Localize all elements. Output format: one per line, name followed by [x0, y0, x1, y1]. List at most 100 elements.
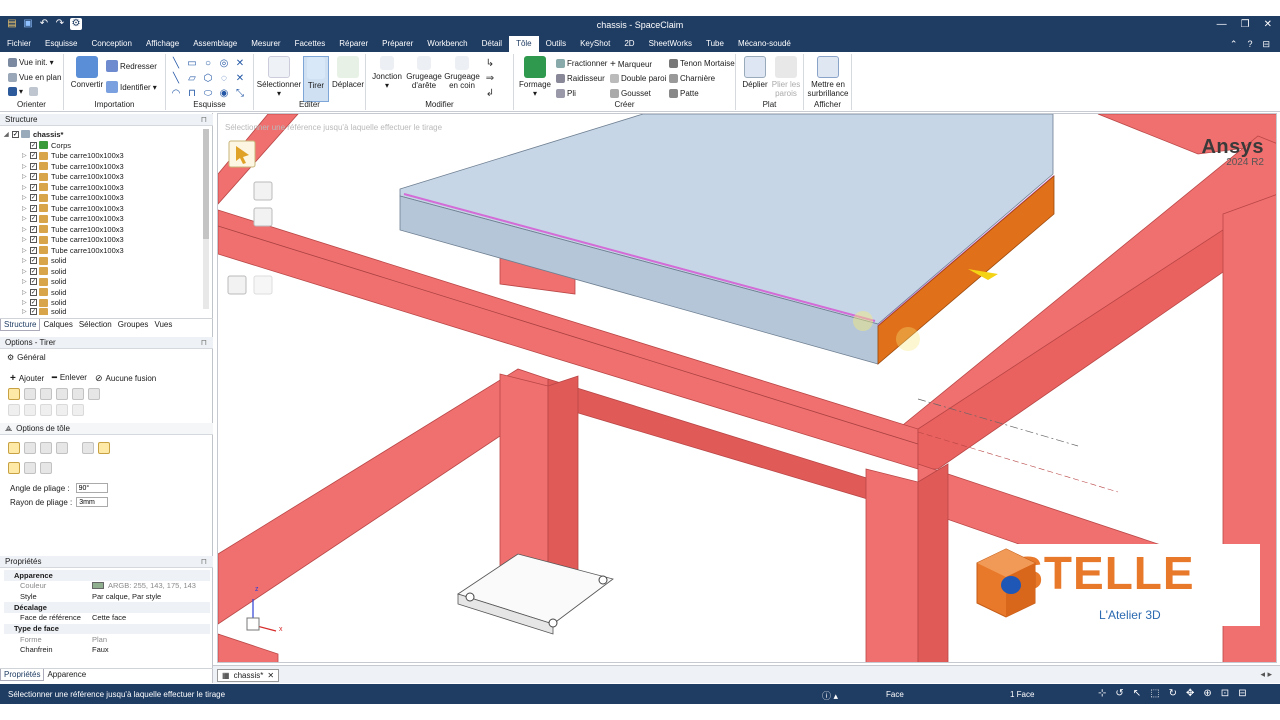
tab-vues[interactable]: Vues	[151, 319, 175, 331]
visibility-checkbox[interactable]: ✓	[30, 183, 37, 191]
plier-parois-button[interactable]: Plier les parois	[770, 56, 802, 98]
selection-filter[interactable]: Face	[886, 690, 904, 699]
tab-facettes[interactable]: Facettes	[288, 36, 333, 52]
trim-icon[interactable]: ✕	[234, 58, 246, 69]
tree-item[interactable]: ▷ ✓ solid	[22, 298, 66, 309]
deplacer-button[interactable]: Déplacer	[332, 56, 364, 89]
tab-reparer[interactable]: Réparer	[332, 36, 375, 52]
tree-item[interactable]: ▷ ✓ Tube carre100x100x3	[22, 182, 124, 193]
visibility-checkbox[interactable]: ✓	[30, 236, 37, 244]
rectangle-3pt-icon[interactable]: ▱	[186, 73, 198, 84]
sheet-option-icon[interactable]	[8, 462, 20, 474]
ellipse-icon[interactable]: ◌	[218, 73, 230, 84]
sheet-option-icon[interactable]	[24, 462, 36, 474]
visibility-checkbox[interactable]: ✓	[30, 152, 37, 160]
tree-item[interactable]: ▷ ✓ Tube carre100x100x3	[22, 245, 124, 256]
raidisseur-button[interactable]: Raidisseur	[556, 74, 605, 83]
pull-option-icon[interactable]	[72, 404, 84, 416]
info-icon[interactable]: ⓘ ▴	[822, 689, 838, 702]
maximize-button[interactable]: ❐	[1241, 19, 1250, 30]
pull-option-icon[interactable]	[56, 388, 68, 400]
marqueur-button[interactable]: + Marqueur	[610, 59, 652, 70]
grugeage-arete-button[interactable]: Grugeage d'arête	[406, 56, 442, 90]
collapse-ribbon-icon[interactable]: ⌃	[1230, 39, 1238, 50]
tab-workbench[interactable]: Workbench	[420, 36, 474, 52]
tab-2d[interactable]: 2D	[617, 36, 641, 52]
pull-option-icon[interactable]	[56, 404, 68, 416]
tab-affichage[interactable]: Affichage	[139, 36, 186, 52]
pull-option-icon[interactable]	[8, 404, 20, 416]
tree-item[interactable]: ▷ ✓ solid	[22, 287, 66, 298]
pull-option-icon[interactable]	[40, 388, 52, 400]
tab-esquisse[interactable]: Esquisse	[38, 36, 84, 52]
tab-proprietes[interactable]: Propriétés	[0, 669, 45, 681]
prop-row-couleur[interactable]: Couleur ARGB: 255, 143, 175, 143	[4, 581, 210, 592]
aucune-fusion-option[interactable]: ⊘ Aucune fusion	[95, 373, 156, 384]
tab-detail[interactable]: Détail	[475, 36, 509, 52]
selectionner-button[interactable]: Sélectionner ▾	[256, 56, 302, 98]
tree-item[interactable]: ▷ ✓ Tube carre100x100x3	[22, 172, 124, 183]
fit-icon[interactable]: ⊡	[1221, 688, 1229, 699]
pin-icon[interactable]: ⊓	[201, 556, 207, 568]
tree-item[interactable]: ▷ ✓ Tube carre100x100x3	[22, 193, 124, 204]
tab-keyshot[interactable]: KeyShot	[573, 36, 617, 52]
pull-option-icon[interactable]	[88, 388, 100, 400]
prop-category-type-face[interactable]: Type de face	[4, 623, 210, 634]
sheet-option-icon[interactable]	[24, 442, 36, 454]
tenon-mortaise-button[interactable]: Tenon Mortaise	[669, 59, 735, 68]
general-section[interactable]: ⚙ Général	[7, 353, 46, 362]
visibility-checkbox[interactable]: ✓	[30, 299, 37, 307]
sheet-option-icon[interactable]	[56, 442, 68, 454]
tab-fichier[interactable]: Fichier	[0, 36, 38, 52]
pull-option-button-disabled[interactable]	[253, 275, 273, 295]
vue-plan-button[interactable]: Vue en plan	[8, 73, 61, 82]
vue-init-button[interactable]: Vue init. ▾	[8, 58, 54, 67]
hem-icon[interactable]: ⇒	[484, 73, 496, 84]
select-icon[interactable]: ↖	[1133, 688, 1141, 699]
close-button[interactable]: ✕	[1264, 19, 1272, 30]
double-paroi-button[interactable]: Double paroi	[610, 74, 666, 83]
tab-apparence[interactable]: Apparence	[44, 669, 89, 681]
sheet-option-icon[interactable]	[8, 442, 20, 454]
visibility-checkbox[interactable]: ✓	[30, 257, 37, 265]
visibility-checkbox[interactable]: ✓	[30, 308, 37, 315]
tree-item[interactable]: ▷ ✓ Tube carre100x100x3	[22, 203, 124, 214]
visibility-checkbox[interactable]: ✓	[30, 141, 37, 149]
slot-icon[interactable]: ⊓	[186, 88, 198, 99]
arc-icon[interactable]: ◠	[170, 88, 182, 99]
visibility-checkbox[interactable]: ✓	[12, 130, 19, 138]
mettre-surbrillance-button[interactable]: Mettre en surbrillance	[806, 56, 850, 98]
identifier-button[interactable]: Identifier ▾	[106, 81, 157, 93]
formage-button[interactable]: Formage ▾	[518, 56, 552, 98]
tree-item[interactable]: ▷ ✓ solid	[22, 308, 66, 315]
pin-icon[interactable]: ⊓	[201, 114, 207, 126]
pull-option-icon[interactable]	[24, 388, 36, 400]
visibility-checkbox[interactable]: ✓	[30, 204, 37, 212]
tab-conception[interactable]: Conception	[84, 36, 138, 52]
prop-category-apparence[interactable]: Apparence	[4, 570, 210, 581]
tab-groupes[interactable]: Groupes	[115, 319, 152, 331]
visibility-checkbox[interactable]: ✓	[30, 215, 37, 223]
jonction-button[interactable]: Jonction ▾	[370, 56, 404, 90]
tree-item[interactable]: ▷ ✓ Tube carre100x100x3	[22, 214, 124, 225]
ajouter-option[interactable]: + Ajouter	[10, 373, 44, 384]
visibility-checkbox[interactable]: ✓	[30, 278, 37, 286]
pan-icon[interactable]: ✥	[1186, 688, 1194, 699]
tree-item[interactable]: ▷ ✓ solid	[22, 256, 66, 267]
patte-button[interactable]: Patte	[669, 89, 699, 98]
tree-item[interactable]: ▷ ✓ Tube carre100x100x3	[22, 224, 124, 235]
tab-assemblage[interactable]: Assemblage	[186, 36, 244, 52]
pull-option-icon[interactable]	[72, 388, 84, 400]
sheet-option-icon[interactable]	[82, 442, 94, 454]
prop-row-face-reference[interactable]: Face de référence Cette face	[4, 613, 210, 624]
visibility-checkbox[interactable]: ✓	[30, 288, 37, 296]
tab-selection[interactable]: Sélection	[76, 319, 115, 331]
enlever-option[interactable]: ━ Enlever	[52, 373, 87, 382]
tab-calques[interactable]: Calques	[40, 319, 75, 331]
prop-row-style[interactable]: Style Par calque, Par style	[4, 591, 210, 602]
tree-item[interactable]: ▷ ✓ solid	[22, 266, 66, 277]
convertir-button[interactable]: Convertir	[68, 56, 106, 89]
pin-icon[interactable]: ⊓	[201, 337, 207, 349]
angle-pliage-input[interactable]	[75, 483, 108, 493]
gousset-button[interactable]: Gousset	[610, 89, 651, 98]
